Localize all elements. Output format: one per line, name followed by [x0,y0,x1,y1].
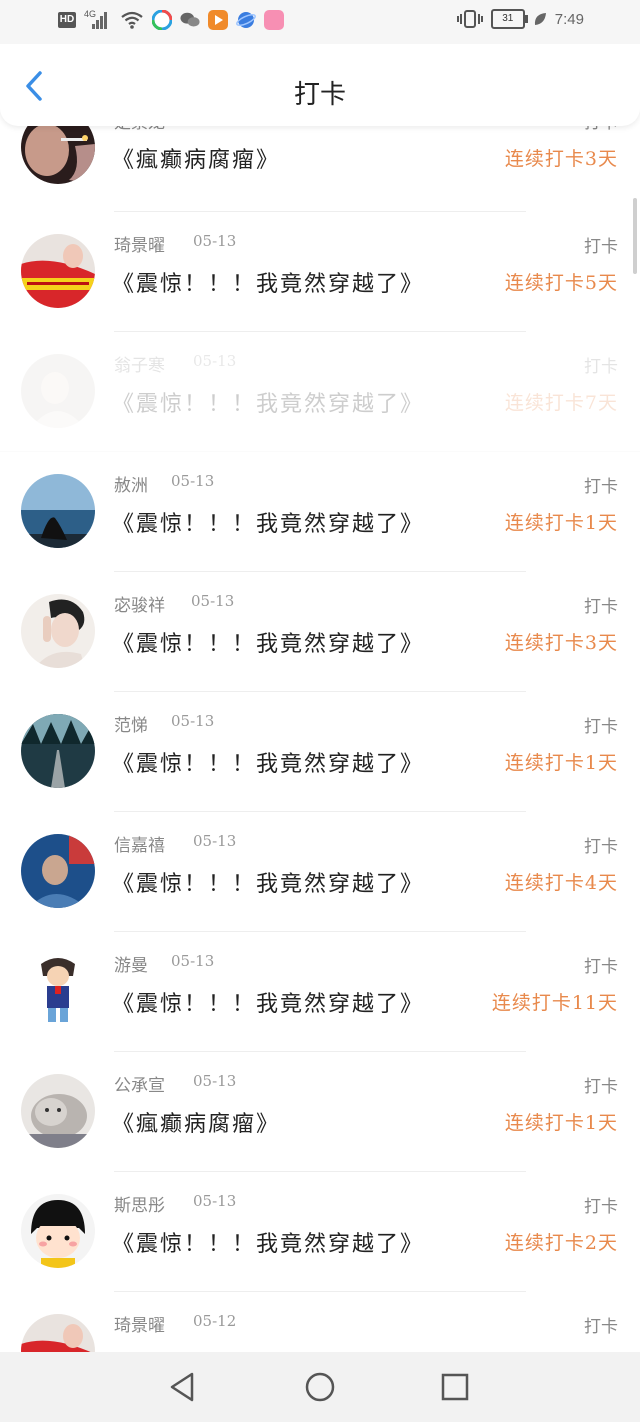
wechat-icon [180,12,200,27]
user-name: 赦洲 [114,476,148,496]
avatar [21,234,95,308]
user-name: 游曼 [114,956,148,976]
book-title: 《震惊！！！我竟然穿越了》 [112,272,425,297]
book-title: 《震惊！！！我竟然穿越了》 [112,1232,425,1257]
list-item[interactable]: 游曼 05-13 《震惊！！！我竟然穿越了》 打卡 连续打卡11天 [0,932,640,1052]
book-title: 《震惊！！！我竟然穿越了》 [112,752,425,777]
checkin-tag: 打卡 [584,1197,618,1217]
streak-label: 连续打卡2天 [504,1232,618,1254]
video-app-icon [208,10,228,30]
user-name: 宓骏祥 [114,596,165,616]
checkin-tag: 打卡 [584,357,618,377]
avatar [21,954,95,1028]
top-app-bar: 打卡 [0,44,640,126]
avatar [21,714,95,788]
colorful-app-icon [152,10,172,30]
list-item[interactable]: 信嘉禧 05-13 《震惊！！！我竟然穿越了》 打卡 连续打卡4天 [0,812,640,932]
status-right-icons: 31 7:49 [456,9,584,29]
network-type: HD [58,12,76,28]
checkin-date: 05-13 [193,832,237,850]
wifi-icon [121,11,143,29]
checkin-date: 05-13 [193,1072,237,1090]
page-title: 打卡 [293,80,346,110]
list-item[interactable]: 琦景曜 05-13 《震惊！！！我竟然穿越了》 打卡 连续打卡5天 [0,212,640,332]
checkin-date: 05-13 [191,592,235,610]
checkin-tag: 打卡 [584,1077,618,1097]
signal-icon: 4G [84,9,112,29]
book-title: 《震惊！！！我竟然穿越了》 [112,872,425,897]
list-item[interactable]: 斯思彤 05-13 《震惊！！！我竟然穿越了》 打卡 连续打卡2天 [0,1172,640,1292]
book-title: 《震惊！！！我竟然穿越了》 [112,392,425,417]
checkin-date: 05-13 [171,712,215,730]
streak-label: 连续打卡3天 [504,632,618,654]
list-item[interactable]: 范悌 05-13 《震惊！！！我竟然穿越了》 打卡 连续打卡1天 [0,692,640,812]
system-nav-bar [0,1352,640,1422]
avatar [21,1194,95,1268]
book-title: 《瘋癫病腐瘤》 [112,148,281,173]
checkin-tag: 打卡 [584,837,618,857]
checkin-list: 楚景龙 05-13 《瘋癫病腐瘤》 打卡 连续打卡3天 琦景曜 05-13 《震… [0,106,640,1412]
user-name: 斯思彤 [114,1196,165,1216]
avatar [21,594,95,668]
user-name: 翁子寒 [114,356,165,376]
user-name: 琦景曜 [114,1316,165,1336]
user-name: 公承宣 [114,1076,165,1096]
list-item[interactable]: 宓骏祥 05-13 《震惊！！！我竟然穿越了》 打卡 连续打卡3天 [0,572,640,692]
book-title: 《瘋癫病腐瘤》 [112,1112,281,1137]
streak-label: 连续打卡5天 [504,272,618,294]
pink-app-icon [264,10,284,30]
book-title: 《震惊！！！我竟然穿越了》 [112,992,425,1017]
checkin-date: 05-13 [171,952,215,970]
leaf-icon [534,13,546,25]
user-name: 信嘉禧 [114,836,165,856]
checkin-date: 05-13 [193,1192,237,1210]
checkin-tag: 打卡 [584,717,618,737]
checkin-date: 05-13 [171,472,215,490]
streak-label: 连续打卡1天 [504,512,618,534]
circle-home-icon[interactable] [303,1370,337,1404]
user-name: 琦景曜 [114,236,165,256]
list-item[interactable]: 翁子寒 05-13 《震惊！！！我竟然穿越了》 打卡 连续打卡7天 [0,332,640,452]
checkin-date: 05-12 [193,1312,237,1330]
checkin-tag: 打卡 [584,597,618,617]
book-title: 《震惊！！！我竟然穿越了》 [112,512,425,537]
square-recents-icon[interactable] [438,1370,472,1404]
avatar [21,474,95,548]
avatar [21,354,95,428]
clock: 7:49 [554,10,584,28]
checkin-tag: 打卡 [584,237,618,257]
status-left-icons: HD 4G [58,9,284,30]
avatar [21,834,95,908]
streak-label: 连续打卡3天 [504,148,618,170]
list-item[interactable]: 公承宣 05-13 《瘋癫病腐瘤》 打卡 连续打卡1天 [0,1052,640,1172]
checkin-tag: 打卡 [584,957,618,977]
battery-indicator: 31 [490,9,528,29]
vibrate-icon [456,10,483,28]
streak-label: 连续打卡4天 [504,872,618,894]
status-bar: HD 4G 31 7:49 [0,0,640,44]
checkin-date: 05-13 [193,352,237,370]
checkin-tag: 打卡 [584,1317,618,1337]
streak-label: 连续打卡7天 [504,392,618,414]
book-title: 《震惊！！！我竟然穿越了》 [112,632,425,657]
streak-label: 连续打卡1天 [504,752,618,774]
avatar [21,1074,95,1148]
list-item[interactable]: 赦洲 05-13 《震惊！！！我竟然穿越了》 打卡 连续打卡1天 [0,452,640,572]
streak-label: 连续打卡1天 [504,1112,618,1134]
signal-label: 4G [84,9,97,19]
checkin-tag: 打卡 [584,477,618,497]
checkin-date: 05-13 [193,232,237,250]
streak-label: 连续打卡11天 [491,992,618,1014]
user-name: 范悌 [114,716,148,736]
triangle-back-icon[interactable] [166,1370,200,1404]
browser-icon [236,12,256,28]
